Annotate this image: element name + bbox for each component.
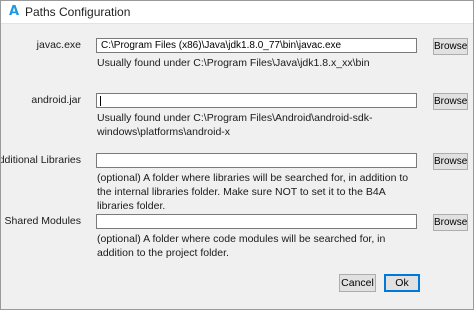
- android-jar-label: android.jar: [31, 94, 81, 106]
- javac-path-input[interactable]: C:\Program Files (x86)\Java\jdk1.8.0_77\…: [96, 38, 417, 53]
- ok-button[interactable]: Ok: [384, 274, 420, 292]
- additional-libraries-path-input[interactable]: [96, 153, 417, 168]
- additional-libraries-browse-button[interactable]: Browse: [433, 153, 468, 170]
- shared-modules-hint: (optional) A folder where code modules w…: [97, 233, 386, 259]
- cancel-button[interactable]: Cancel: [339, 274, 376, 292]
- b4a-app-icon: A: [8, 4, 20, 19]
- android-jar-path-input[interactable]: [96, 93, 417, 108]
- window-title: Paths Configuration: [25, 5, 131, 19]
- shared-modules-label: Shared Modules: [4, 215, 81, 227]
- shared-modules-browse-button[interactable]: Browse: [433, 214, 468, 231]
- android-jar-browse-button[interactable]: Browse: [433, 93, 468, 110]
- title-bar[interactable]: A Paths Configuration: [1, 1, 473, 24]
- additional-libraries-hint: (optional) A folder where libraries will…: [97, 172, 409, 212]
- javac-label: javac.exe: [36, 39, 81, 51]
- paths-configuration-dialog: A Paths Configuration javac.exe C:\Progr…: [0, 0, 474, 310]
- text-caret: [100, 96, 101, 106]
- additional-libraries-label: Additional Libraries: [0, 154, 81, 166]
- android-jar-hint: Usually found under C:\Program Files\And…: [97, 112, 373, 138]
- javac-browse-button[interactable]: Browse: [433, 38, 468, 55]
- javac-hint: Usually found under C:\Program Files\Jav…: [97, 57, 370, 69]
- shared-modules-path-input[interactable]: [96, 214, 417, 229]
